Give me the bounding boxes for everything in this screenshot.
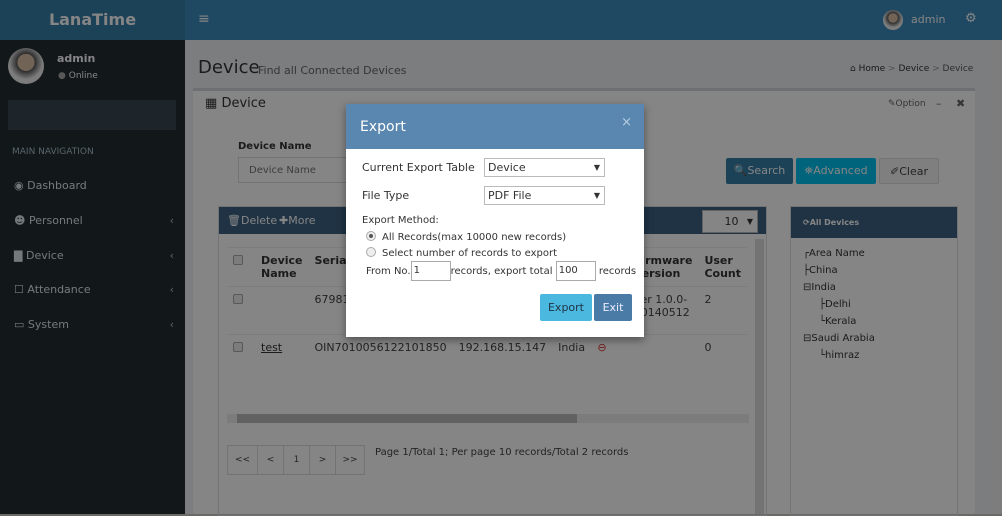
radio-button[interactable]	[366, 247, 376, 257]
panel-title: ▦ Device	[205, 96, 266, 111]
breadcrumb-home[interactable]: Home	[859, 64, 886, 74]
breadcrumb: ⌂ Home > Device > Device	[850, 64, 974, 74]
tree-node[interactable]: └himraz	[803, 350, 957, 367]
gears-icon[interactable]: ⚙	[965, 11, 977, 26]
pagination: << < 1 > >>	[227, 445, 365, 475]
filter-label: Device Name	[238, 141, 312, 152]
minimize-icon[interactable]: –	[936, 97, 942, 110]
radio-select-records[interactable]: Select number of records to export	[366, 247, 557, 259]
close-icon[interactable]: ✖	[956, 97, 965, 110]
more-button[interactable]: ✚More	[279, 214, 316, 227]
chevron-left-icon: ‹	[169, 249, 174, 262]
tree-node[interactable]: ⊟Saudi Arabia	[803, 333, 957, 350]
export-dialog: Export × Current Export Table Device ▼ Fi…	[346, 104, 644, 337]
from-number-input[interactable]: 1	[410, 261, 451, 281]
breadcrumb-device[interactable]: Device	[898, 64, 929, 74]
row-checkbox[interactable]	[233, 342, 243, 352]
user-name[interactable]: admin	[911, 13, 945, 26]
clear-button[interactable]: ✐Clear	[879, 158, 939, 184]
page-scrollbar[interactable]	[990, 40, 1002, 514]
export-total-input[interactable]: 100	[555, 261, 596, 281]
page-1-button[interactable]: 1	[284, 446, 310, 474]
prev-page-button[interactable]: <	[258, 446, 284, 474]
table-row: test OIN7010056122101850 192.168.15.147 I…	[227, 334, 747, 360]
file-type-select[interactable]: PDF File ▼	[484, 186, 605, 205]
pagination-info: Page 1/Total 1; Per page 10 records/Tota…	[375, 447, 629, 458]
page-title: Device	[198, 57, 260, 78]
col-user-count[interactable]: User Count	[698, 247, 747, 287]
first-page-button[interactable]: <<	[228, 446, 258, 474]
row-checkbox[interactable]	[233, 294, 243, 304]
next-page-button[interactable]: >	[310, 446, 336, 474]
page-size-select[interactable]: 10 ▼	[702, 210, 758, 233]
option-button[interactable]: ✎Option	[888, 99, 926, 109]
chevron-left-icon: ‹	[169, 318, 174, 331]
tree-node[interactable]: └Kerala	[803, 316, 957, 333]
advanced-button[interactable]: ⛯Advanced	[796, 158, 876, 184]
sidebar-search[interactable]	[8, 100, 176, 130]
record-range: From No. 1 records, export total 100 recor…	[366, 261, 636, 281]
user-avatar[interactable]	[883, 10, 903, 30]
vertical-scrollbar[interactable]	[755, 239, 764, 514]
select-all-checkbox[interactable]	[233, 255, 243, 265]
status-badge: ● Online	[58, 71, 98, 81]
sidebar-user: admin	[57, 52, 96, 65]
horizontal-scrollbar[interactable]	[227, 414, 749, 423]
sidebar-item-device[interactable]: ▇ Device ‹	[14, 249, 174, 262]
tree-node[interactable]: ├China	[803, 265, 957, 282]
tree-node[interactable]: ⊟India	[803, 282, 957, 299]
calendar-icon: ☐	[14, 283, 24, 296]
nav-section-label: MAIN NAVIGATION	[12, 147, 94, 157]
col-device-name[interactable]: Device Name	[255, 247, 309, 287]
device-tree-box: ⟳All Devices ┌Area Name ├China ⊟India ├D…	[790, 206, 958, 516]
close-icon[interactable]: ×	[621, 100, 632, 146]
sidebar-item-system[interactable]: ▭ System ‹	[14, 318, 174, 331]
sidebar-item-dashboard[interactable]: ◉ Dashboard	[14, 179, 174, 192]
export-table-label: Current Export Table	[362, 161, 475, 174]
file-type-label: File Type	[362, 189, 410, 202]
dialog-title: Export	[360, 119, 406, 135]
laptop-icon: ▭	[14, 318, 25, 331]
search-button[interactable]: 🔍Search	[726, 158, 793, 184]
export-button[interactable]: Export	[540, 294, 592, 321]
delete-button[interactable]: 🗑Delete	[227, 214, 277, 227]
exit-button[interactable]: Exit	[594, 294, 632, 321]
users-icon: ☻	[14, 214, 26, 227]
device-name-input[interactable]	[238, 157, 348, 183]
building-icon: ▇	[14, 249, 23, 262]
tree-node[interactable]: ├Delhi	[803, 299, 957, 316]
offline-status-icon: ⊖	[597, 341, 607, 354]
building-icon: ▦	[205, 96, 218, 111]
logo[interactable]: LanaTime	[0, 0, 185, 40]
menu-toggle-icon[interactable]: ≡	[198, 11, 210, 27]
sidebar-item-personnel[interactable]: ☻ Personnel ‹	[14, 214, 174, 227]
radio-button[interactable]	[366, 231, 376, 241]
sidebar-avatar	[8, 48, 44, 84]
last-page-button[interactable]: >>	[336, 446, 364, 474]
device-link[interactable]: test	[255, 334, 309, 360]
chevron-left-icon: ‹	[169, 214, 174, 227]
home-icon: ⌂	[850, 64, 856, 74]
dialog-header: Export ×	[346, 104, 644, 149]
radio-all-records[interactable]: All Records(max 10000 new records)	[366, 231, 566, 243]
export-method-label: Export Method:	[362, 215, 439, 226]
sidebar-item-attendance[interactable]: ☐ Attendance ‹	[14, 283, 174, 296]
export-table-select[interactable]: Device ▼	[484, 158, 605, 177]
area-tree: ┌Area Name ├China ⊟India ├Delhi └Kerala …	[791, 238, 957, 367]
dashboard-icon: ◉	[14, 179, 24, 192]
breadcrumb-current: Device	[942, 64, 974, 74]
tree-header: ⟳All Devices	[791, 207, 957, 238]
page-subtitle: Find all Connected Devices	[258, 64, 407, 77]
sidebar: admin ● Online MAIN NAVIGATION ◉ Dashboa…	[0, 40, 185, 514]
chevron-left-icon: ‹	[169, 283, 174, 296]
tree-node[interactable]: ┌Area Name	[803, 248, 957, 265]
refresh-icon: ⟳	[803, 218, 810, 227]
